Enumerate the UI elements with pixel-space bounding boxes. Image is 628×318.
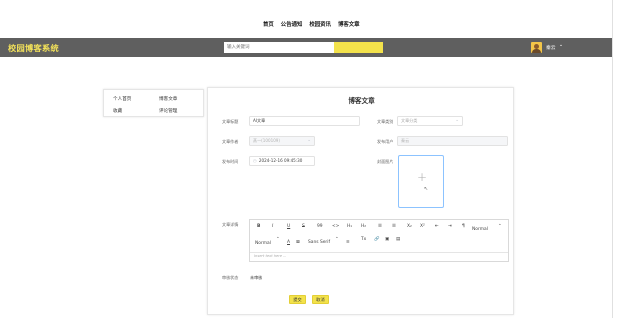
link-icon[interactable]: 🔗 [374, 237, 379, 242]
cancel-button[interactable]: 取消 [312, 295, 329, 304]
nav-link-home[interactable]: 首页 [263, 20, 274, 28]
search-input[interactable] [224, 42, 334, 53]
video-icon[interactable]: ▤ [396, 237, 400, 242]
chevron-down-icon: ⌄ [455, 118, 459, 123]
code-button[interactable]: <> [332, 224, 339, 229]
avatar[interactable] [531, 42, 542, 53]
clear-format-button[interactable]: Tx [361, 237, 366, 242]
editor-toolbar-row-1: B I U S 99 <> H₁ H₂ ☰ ☰ X₂ X² ⇤ ⇥ ¶ Norm… [250, 224, 508, 236]
label-time: 发布时间 [222, 159, 239, 164]
author-value: 蒸一(100109) [253, 138, 281, 143]
font-color-button[interactable]: A [287, 240, 290, 245]
label-category: 文章类别 [377, 119, 394, 124]
top-navigation: 首页 公告通知 校园资讯 博客文章 [0, 0, 612, 38]
form-title: 博客文章 [348, 97, 375, 105]
label-publisher: 发布用户 [377, 139, 394, 144]
chevron-down-icon: ⌄ [307, 138, 311, 143]
superscript-button[interactable]: X² [420, 224, 425, 229]
label-cover: 封面图片 [377, 159, 394, 164]
heading2-button[interactable]: H₂ [361, 224, 366, 229]
strike-button[interactable]: S [302, 224, 305, 229]
chevron-icon: ⌃ [276, 237, 280, 242]
search-button[interactable] [334, 42, 383, 53]
editor-toolbar-row-2: Normal ⌃ A ⊠ Sans Serif ⌃ ≡ Tx 🔗 ▣ ▤ [250, 237, 508, 249]
category-placeholder: 文章分类 [401, 118, 418, 123]
background-color-button[interactable]: ⊠ [296, 240, 300, 245]
blockquote-button[interactable]: 99 [317, 224, 323, 229]
avatar-body-shape [532, 49, 541, 53]
publisher-value: 秦云 [401, 138, 410, 143]
author-select: 蒸一(100109) ⌄ [249, 136, 315, 146]
label-title: 文章标题 [222, 119, 239, 124]
label-status: 审核状态 [222, 275, 239, 280]
bullet-list-button[interactable]: ☰ [392, 224, 396, 229]
underline-button[interactable]: U [287, 224, 290, 229]
chevron-down-icon[interactable]: ⌄ [559, 43, 563, 48]
publish-time-value: 2024-12-16 09:45:30 [258, 158, 303, 163]
indent-button[interactable]: ⇥ [448, 224, 452, 229]
cover-image-uploader[interactable]: + ↖ [398, 155, 444, 208]
rich-text-editor[interactable]: B I U S 99 <> H₁ H₂ ☰ ☰ X₂ X² ⇤ ⇥ ¶ Norm… [249, 219, 509, 262]
label-content: 文章详情 [222, 222, 239, 227]
blog-form-panel: 博客文章 文章标题 AI文章 文章类别 文章分类 ⌄ 文章作者 蒸一(10010… [207, 87, 514, 315]
image-icon[interactable]: ▣ [385, 237, 389, 242]
status-value: 未审核 [250, 275, 263, 280]
menu-item-blog[interactable]: 博客文章 [159, 96, 177, 102]
top-nav-links: 首页 公告通知 校园资讯 博客文章 [263, 20, 360, 28]
page-scrollbar[interactable] [612, 0, 613, 318]
italic-button[interactable]: I [272, 224, 273, 229]
text-direction-button[interactable]: ¶ [462, 224, 465, 229]
side-menu: 个人首页 博客文章 收藏 评论管理 [103, 89, 204, 117]
submit-button[interactable]: 提交 [289, 295, 306, 304]
header-select[interactable]: Normal [255, 241, 271, 246]
font-family-select[interactable]: Sans Serif [308, 240, 330, 245]
title-field[interactable]: AI文章 [249, 116, 360, 126]
publisher-field: 秦云 [397, 136, 508, 146]
site-brand: 校园博客系统 [8, 43, 59, 53]
label-author: 文章作者 [222, 139, 239, 144]
menu-item-favorites[interactable]: 收藏 [113, 108, 122, 114]
align-button[interactable]: ≡ [346, 240, 350, 245]
bold-button[interactable]: B [257, 224, 260, 229]
outdent-button[interactable]: ⇤ [435, 224, 439, 229]
ordered-list-button[interactable]: ☰ [378, 224, 382, 229]
calendar-icon: ◷ [253, 158, 257, 163]
plus-icon: + [416, 170, 428, 184]
nav-link-blog[interactable]: 博客文章 [338, 20, 360, 28]
mouse-cursor-icon: ↖ [424, 186, 429, 192]
menu-item-comments[interactable]: 评论管理 [159, 108, 177, 114]
header-bar: 校园博客系统 秦云 ⌄ [0, 38, 612, 57]
nav-link-notices[interactable]: 公告通知 [281, 20, 303, 28]
category-select[interactable]: 文章分类 ⌄ [397, 116, 463, 126]
publish-time-picker[interactable]: ◷ 2024-12-16 09:45:30 [249, 156, 315, 166]
size-select[interactable]: Normal [472, 227, 488, 232]
chevron-icon: ⌃ [498, 224, 502, 229]
menu-item-profile[interactable]: 个人首页 [113, 96, 131, 102]
subscript-button[interactable]: X₂ [407, 224, 412, 229]
editor-placeholder[interactable]: Insert text here ... [254, 254, 287, 258]
chevron-icon: ⌃ [335, 237, 339, 242]
title-value: AI文章 [253, 118, 266, 123]
heading1-button[interactable]: H₁ [347, 224, 352, 229]
nav-link-news[interactable]: 校园资讯 [309, 20, 331, 28]
editor-divider [250, 252, 508, 253]
page: 首页 公告通知 校园资讯 博客文章 校园博客系统 秦云 ⌄ 个人首页 博客文章 … [0, 0, 628, 318]
user-name[interactable]: 秦云 [546, 44, 556, 51]
